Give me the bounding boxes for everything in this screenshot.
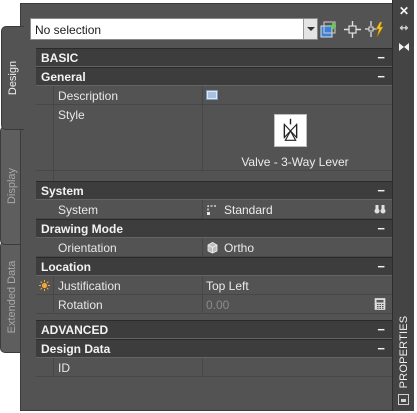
system-value: Standard [224,203,273,217]
palette-title-bar[interactable]: ✕ ⇿ PROPERTIES [392,0,414,411]
section-drawing-mode[interactable]: Drawing Mode − [36,219,392,238]
prop-row-id[interactable]: ID [36,358,392,377]
selection-dropdown[interactable]: No selection [30,18,318,40]
close-icon[interactable]: ✕ [397,5,411,17]
selection-value: No selection [35,23,102,37]
rotation-value[interactable]: 0.00 [206,298,229,312]
section-general[interactable]: General − [36,67,392,86]
collapse-basic-icon[interactable]: − [377,50,385,65]
description-editor-icon[interactable] [206,90,218,100]
palette-corner-icon[interactable] [398,394,409,405]
prop-row-orientation[interactable]: Orientation Ortho [36,238,392,257]
tab-design[interactable]: Design [1,26,24,130]
prop-row-description[interactable]: Description [36,86,392,105]
select-objects-icon[interactable] [343,20,363,40]
quick-select-icon[interactable] [365,20,385,40]
collapse-drawing-mode-icon[interactable]: − [377,221,385,236]
system-icon [207,205,217,215]
autohide-icon[interactable]: ⇿ [397,23,411,35]
style-value: Valve - 3-Way Lever [241,155,349,169]
prop-row-rotation[interactable]: Rotation 0.00 [36,295,392,314]
collapse-system-icon[interactable]: − [377,183,385,198]
palette-body: No selection BASIC − General − Descripti… [20,3,392,411]
section-basic[interactable]: BASIC − [36,48,392,67]
style-preview-thumbnail[interactable] [274,114,307,147]
collapse-design-data-icon[interactable]: − [377,341,385,356]
prop-row-style[interactable]: Style Valve - 3-Way Lever [36,105,392,171]
options-icon[interactable] [397,41,411,53]
section-design-data[interactable]: Design Data − [36,339,392,358]
collapse-general-icon[interactable]: − [377,69,385,84]
prop-row-system[interactable]: System Standard [36,200,392,219]
section-advanced[interactable]: ADVANCED − [36,320,392,339]
collapse-advanced-icon[interactable]: − [377,322,385,337]
chevron-down-icon[interactable] [303,19,317,39]
cube-icon [207,242,218,254]
orientation-value: Ortho [224,241,255,255]
calculator-icon[interactable] [374,298,386,310]
collapse-location-icon[interactable]: − [377,259,385,274]
grip-marker-icon [39,280,50,291]
section-system[interactable]: System − [36,181,392,200]
properties-palette: Extended Data Display Design No selectio… [0,0,417,413]
section-location[interactable]: Location − [36,257,392,276]
palette-title: PROPERTIES [398,315,410,389]
justification-value[interactable]: Top Left [206,279,249,293]
prop-row-justification[interactable]: Justification Top Left [36,276,392,295]
binoculars-icon[interactable] [374,203,386,215]
property-grid: BASIC − General − Description Style Valv… [36,48,392,378]
add-selection-icon[interactable] [319,20,339,40]
